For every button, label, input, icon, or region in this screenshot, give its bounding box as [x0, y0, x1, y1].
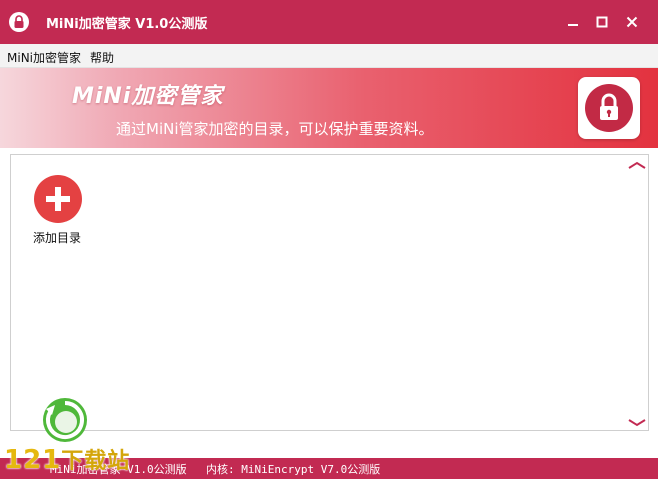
app-lock-icon: [9, 12, 29, 32]
close-icon: [626, 16, 638, 28]
directory-list[interactable]: 添加目录: [10, 154, 649, 431]
scroll-down-button[interactable]: [627, 417, 647, 429]
status-engine: 内核: MiNiEncrypt V7.0公测版: [206, 463, 381, 476]
watermark-text: 121下载站: [4, 443, 130, 475]
maximize-icon: [596, 16, 608, 28]
maximize-button[interactable]: [589, 10, 615, 34]
menu-item-help[interactable]: 帮助: [90, 49, 114, 66]
watermark-number: 121: [4, 445, 62, 475]
close-button[interactable]: [619, 10, 645, 34]
scroll-up-button[interactable]: [627, 159, 647, 171]
minimize-icon: [568, 24, 578, 26]
menu-item-app[interactable]: MiNi加密管家: [7, 49, 81, 66]
banner-subtitle: 通过MiNi管家加密的目录，可以保护重要资料。: [116, 120, 434, 138]
watermark-logo-icon: [40, 395, 90, 448]
header-banner: MiNi加密管家 通过MiNi管家加密的目录，可以保护重要资料。: [0, 68, 658, 148]
add-directory-label: 添加目录: [32, 231, 81, 245]
window-title: MiNi加密管家 V1.0公测版: [46, 17, 208, 32]
chevron-up-icon: [628, 161, 646, 169]
lock-icon: [585, 84, 633, 132]
chevron-down-icon: [628, 419, 646, 427]
add-directory-button[interactable]: 添加目录: [33, 175, 83, 246]
title-bar: MiNi加密管家 V1.0公测版: [0, 0, 658, 44]
minimize-button[interactable]: [560, 10, 586, 34]
menu-bar: MiNi加密管家 帮助: [0, 44, 658, 68]
plus-icon: [34, 175, 82, 223]
banner-title: MiNi加密管家: [72, 84, 224, 109]
watermark-site: 下载站: [61, 449, 131, 474]
lock-tile: [578, 77, 640, 139]
